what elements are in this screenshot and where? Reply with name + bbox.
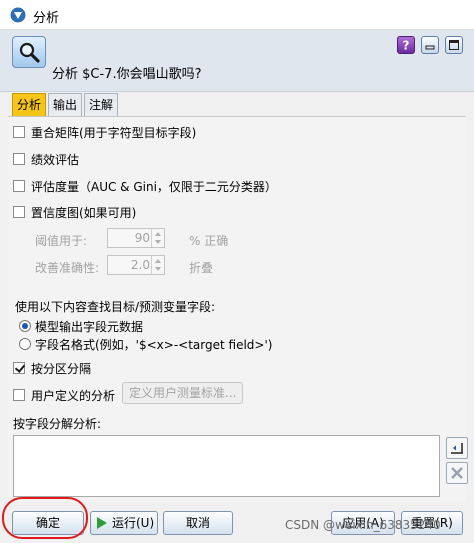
user-defined-checkbox[interactable] bbox=[13, 389, 25, 401]
break-down-label: 按字段分解分析: bbox=[13, 417, 102, 431]
window-title: 分析 bbox=[33, 11, 60, 26]
minimize-icon bbox=[425, 45, 435, 50]
minimize-button[interactable] bbox=[421, 36, 439, 54]
improve-accuracy-unit: 折叠 bbox=[189, 261, 214, 275]
threshold-spinner[interactable]: 90 bbox=[107, 228, 165, 248]
pick-field-button[interactable] bbox=[446, 437, 468, 459]
tab-analysis[interactable]: 分析 bbox=[12, 93, 47, 116]
improve-accuracy-label: 改善准确性: bbox=[35, 261, 100, 275]
performance-checkbox[interactable] bbox=[13, 153, 25, 165]
coincidence-checkbox[interactable] bbox=[13, 126, 25, 138]
coincidence-label: 重合矩阵(用于字符型目标字段) bbox=[31, 126, 197, 140]
run-label: 运行(U) bbox=[112, 516, 155, 530]
spinner-arrows-icon[interactable] bbox=[151, 229, 164, 247]
define-measures-button[interactable]: 定义用户测量标准... bbox=[122, 382, 244, 404]
title-bar: 分析 bbox=[0, 0, 474, 30]
analysis-node-icon bbox=[12, 36, 46, 68]
tab-bar: 分析 输出 注解 bbox=[12, 93, 119, 117]
question-icon: ? bbox=[403, 39, 410, 53]
threshold-unit: % 正确 bbox=[189, 234, 229, 248]
evaluation-checkbox[interactable] bbox=[13, 180, 25, 192]
node-label: 分析 $C-7.你会唱山歌吗? bbox=[52, 67, 202, 82]
partition-checkbox[interactable] bbox=[13, 362, 25, 374]
improve-accuracy-value: 2.0 bbox=[130, 258, 150, 272]
run-button[interactable]: 运行(U) bbox=[90, 511, 158, 535]
play-icon bbox=[97, 517, 107, 529]
close-icon bbox=[451, 467, 463, 479]
magnifier-icon bbox=[19, 42, 40, 63]
improve-accuracy-spinner[interactable]: 2.0 bbox=[107, 255, 165, 275]
threshold-value: 90 bbox=[134, 231, 150, 245]
maximize-button[interactable] bbox=[445, 36, 463, 54]
tab-output[interactable]: 输出 bbox=[48, 93, 83, 116]
remove-field-button[interactable] bbox=[446, 462, 468, 484]
help-button[interactable]: ? bbox=[397, 36, 415, 54]
svg-text:?: ? bbox=[403, 39, 410, 53]
user-defined-label: 用户定义的分析 bbox=[31, 389, 116, 403]
tab-annotations[interactable]: 注解 bbox=[84, 93, 119, 116]
confidence-label: 置信度图(如果可用) bbox=[31, 206, 137, 220]
app-logo-icon bbox=[10, 7, 26, 23]
cancel-button[interactable]: 取消 bbox=[163, 511, 233, 535]
threshold-label: 阈值用于: bbox=[35, 234, 88, 248]
field-name-format-label: 字段名格式(例如，'$<x>-<target field>') bbox=[35, 338, 273, 352]
field-find-label: 使用以下内容查找目标/预测变量字段: bbox=[15, 300, 216, 314]
maximize-icon bbox=[449, 40, 459, 50]
performance-label: 绩效评估 bbox=[31, 153, 80, 167]
model-metadata-radio[interactable] bbox=[19, 320, 31, 332]
watermark: CSDN @weixin_63835240 bbox=[285, 518, 441, 532]
confidence-checkbox[interactable] bbox=[13, 206, 25, 218]
partition-label: 按分区分隔 bbox=[31, 362, 92, 376]
spinner-arrows-icon[interactable] bbox=[151, 256, 164, 274]
field-name-format-radio[interactable] bbox=[19, 338, 31, 350]
model-metadata-label: 模型输出字段元数据 bbox=[35, 320, 144, 334]
pick-field-icon bbox=[451, 443, 463, 454]
evaluation-label: 评估度量（AUC & Gini，仅限于二元分类器） bbox=[31, 180, 277, 194]
ok-button[interactable]: 确定 bbox=[12, 511, 84, 535]
break-down-field-list[interactable] bbox=[13, 435, 440, 497]
